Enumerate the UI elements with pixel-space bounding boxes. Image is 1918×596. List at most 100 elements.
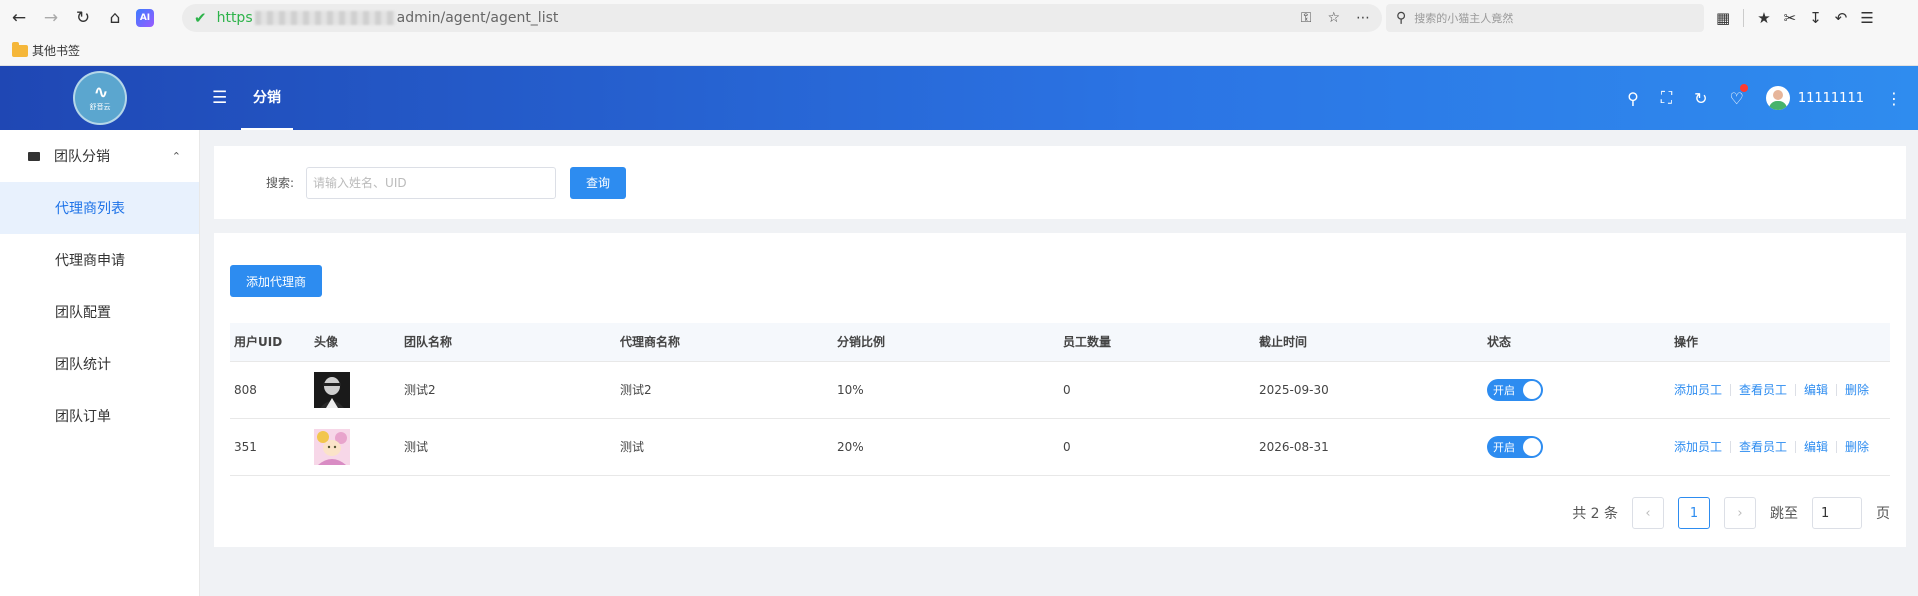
cell-avatar (310, 418, 400, 476)
cell-ratio: 20% (833, 418, 1059, 476)
cell-actions: 添加员工 查看员工 编辑 删除 (1670, 418, 1890, 476)
delete-link[interactable]: 删除 (1845, 381, 1869, 398)
page-unit-label: 页 (1876, 506, 1890, 522)
add-staff-link[interactable]: 添加员工 (1674, 438, 1722, 455)
cell-agent-name: 测试 (616, 418, 833, 476)
toggle-knob (1523, 380, 1541, 399)
app-header: ∿ 舒音云 ☰ 分销 ⚲ ⛶ ↻ ♡ 11111111 ⋮ (0, 66, 1918, 130)
search-icon[interactable]: ⚲ (1627, 89, 1639, 108)
col-header-staff: 员工数量 (1059, 323, 1255, 362)
search-icon: ⚲ (1396, 10, 1407, 26)
download-icon[interactable]: ↧ (1809, 9, 1822, 27)
cell-staff: 0 (1059, 418, 1255, 476)
col-header-actions: 操作 (1670, 323, 1890, 362)
view-staff-link[interactable]: 查看员工 (1739, 381, 1787, 398)
favorites-icon[interactable]: ★ (1757, 9, 1770, 27)
op-divider (1836, 440, 1838, 453)
avatar-image (314, 371, 350, 408)
table-card: 添加代理商 用户UID 头像 团队名称 代理商名称 分销比例 员工数量 截止时间… (214, 233, 1906, 547)
menu-toggle-icon[interactable]: ☰ (212, 88, 227, 108)
bookmark-folder-label[interactable]: 其他书签 (32, 42, 80, 59)
cell-uid: 808 (230, 361, 310, 419)
next-page-button[interactable]: › (1724, 497, 1756, 529)
query-button[interactable]: 查询 (570, 166, 627, 199)
back-icon[interactable]: ← (6, 5, 32, 31)
status-toggle[interactable]: 开启 (1487, 435, 1543, 458)
op-divider (1795, 440, 1797, 453)
menu-icon[interactable]: ☰ (1860, 9, 1873, 27)
cell-staff: 0 (1059, 361, 1255, 419)
jump-page-input[interactable] (1812, 497, 1862, 529)
ai-assistant-icon[interactable]: AI (136, 9, 154, 27)
url-path: admin/agent/agent_list (396, 10, 559, 26)
forward-icon[interactable]: → (38, 5, 64, 31)
cell-avatar (310, 361, 400, 419)
folder-icon (12, 41, 28, 57)
avatar-image (314, 428, 350, 465)
search-card: 搜索: 查询 (214, 146, 1906, 219)
home-icon[interactable]: ⌂ (102, 5, 128, 31)
table-header-row: 用户UID 头像 团队名称 代理商名称 分销比例 员工数量 截止时间 状态 操作 (230, 323, 1890, 362)
undo-icon[interactable]: ↶ (1835, 9, 1848, 27)
op-divider (1795, 383, 1797, 396)
cell-status: 开启 (1483, 361, 1670, 419)
refresh-icon[interactable]: ↻ (1694, 89, 1707, 108)
more-vertical-icon[interactable]: ⋮ (1886, 89, 1902, 108)
username: 11111111 (1797, 90, 1864, 106)
user-menu[interactable]: 11111111 (1765, 86, 1864, 110)
view-staff-link[interactable]: 查看员工 (1739, 438, 1787, 455)
col-header-status: 状态 (1483, 323, 1670, 362)
key-icon[interactable]: ⚿ (1301, 10, 1312, 26)
agent-table: 用户UID 头像 团队名称 代理商名称 分销比例 员工数量 截止时间 状态 操作… (230, 323, 1890, 476)
sidebar-item-agent-apply[interactable]: 代理商申请 (0, 234, 199, 286)
delete-link[interactable]: 删除 (1845, 438, 1869, 455)
shield-icon: ✔ (194, 9, 207, 27)
table-row: 808 测试2 测试2 10% 0 2025-09-30 开启 添加员工 查看员… (230, 361, 1890, 419)
more-dots-icon[interactable]: ⋯ (1356, 10, 1370, 26)
cell-uid: 351 (230, 418, 310, 476)
cell-deadline: 2025-09-30 (1255, 361, 1483, 419)
chevron-up-icon: ⌃ (171, 149, 181, 163)
sidebar-item-agent-list[interactable]: 代理商列表 (0, 182, 199, 234)
status-toggle-label: 开启 (1493, 440, 1515, 454)
add-staff-link[interactable]: 添加员工 (1674, 381, 1722, 398)
notification-dot (1739, 83, 1748, 92)
toolbar-divider (1743, 9, 1745, 27)
sidebar-group-team-distribution[interactable]: 团队分销 ⌃ (0, 130, 199, 182)
add-agent-button[interactable]: 添加代理商 (230, 265, 322, 297)
url-redacted-host (254, 11, 395, 25)
sidebar: 团队分销 ⌃ 代理商列表 代理商申请 团队配置 团队统计 团队订单 (0, 130, 200, 596)
edit-link[interactable]: 编辑 (1804, 381, 1828, 398)
col-header-agent-name: 代理商名称 (616, 323, 833, 362)
fullscreen-icon[interactable]: ⛶ (1661, 88, 1672, 108)
apps-grid-icon[interactable]: ▦ (1716, 9, 1730, 27)
star-icon[interactable]: ☆ (1327, 10, 1340, 26)
logo[interactable]: ∿ 舒音云 (73, 71, 127, 125)
prev-page-button[interactable]: ‹ (1632, 497, 1664, 529)
cell-actions: 添加员工 查看员工 编辑 删除 (1670, 361, 1890, 419)
reload-icon[interactable]: ↻ (70, 5, 96, 31)
col-header-ratio: 分销比例 (833, 323, 1059, 362)
sidebar-item-team-stats[interactable]: 团队统计 (0, 338, 199, 390)
op-divider (1730, 440, 1732, 453)
tab-distribution[interactable]: 分销 (241, 66, 293, 130)
status-toggle[interactable]: 开启 (1487, 378, 1543, 401)
sidebar-item-team-orders[interactable]: 团队订单 (0, 390, 199, 442)
status-toggle-label: 开启 (1493, 383, 1515, 397)
search-input[interactable] (306, 166, 557, 199)
url-protocol: https (216, 10, 253, 26)
logo-wave-icon: ∿ (93, 82, 108, 103)
col-header-team-name: 团队名称 (400, 323, 616, 362)
scissors-icon[interactable]: ✂ (1784, 9, 1797, 27)
browser-search-box[interactable]: ⚲ 搜索的小猫主人竟然 (1386, 4, 1704, 32)
page-number-button[interactable]: 1 (1678, 497, 1710, 529)
avatar (1765, 86, 1790, 110)
logo-area: ∿ 舒音云 (0, 66, 200, 130)
edit-link[interactable]: 编辑 (1804, 438, 1828, 455)
sidebar-item-team-config[interactable]: 团队配置 (0, 286, 199, 338)
cell-team-name: 测试2 (400, 361, 616, 419)
total-count: 共 2 条 (1572, 506, 1618, 522)
address-bar[interactable]: ✔ https admin/agent/agent_list ⚿ ☆ ⋯ (182, 4, 1382, 32)
bell-icon[interactable]: ♡ (1729, 83, 1748, 108)
briefcase-icon (28, 151, 40, 161)
